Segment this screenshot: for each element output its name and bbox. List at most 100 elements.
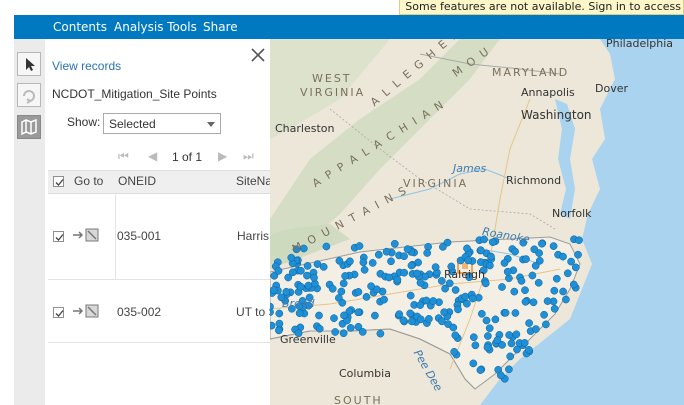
site-point-marker[interactable] — [374, 250, 383, 259]
site-point-marker[interactable] — [483, 343, 492, 352]
view-records-link[interactable]: View records — [52, 59, 121, 73]
site-point-marker[interactable] — [303, 271, 311, 280]
site-point-marker[interactable] — [346, 257, 354, 266]
site-point-marker[interactable] — [531, 261, 540, 270]
row-checkbox[interactable] — [53, 231, 64, 242]
site-point-marker[interactable] — [562, 295, 570, 304]
site-point-marker[interactable] — [549, 242, 558, 250]
site-point-marker[interactable] — [485, 324, 494, 333]
site-point-marker[interactable] — [530, 245, 539, 254]
site-point-marker[interactable] — [575, 236, 583, 245]
site-point-marker[interactable] — [559, 287, 567, 296]
site-point-marker[interactable] — [493, 336, 502, 344]
site-point-marker[interactable] — [521, 297, 530, 306]
site-point-marker[interactable] — [559, 252, 567, 261]
site-point-marker[interactable] — [275, 309, 284, 318]
site-point-marker[interactable] — [525, 346, 533, 354]
site-point-marker[interactable] — [510, 287, 519, 296]
site-point-marker[interactable] — [477, 309, 486, 318]
site-point-marker[interactable] — [340, 311, 348, 320]
site-point-marker[interactable] — [303, 262, 312, 270]
site-point-marker[interactable] — [338, 298, 347, 307]
site-point-marker[interactable] — [429, 297, 438, 305]
site-point-marker[interactable] — [511, 309, 520, 317]
site-point-marker[interactable] — [469, 359, 478, 368]
map-tool-button[interactable] — [17, 115, 41, 139]
site-point-marker[interactable] — [505, 331, 514, 339]
site-point-marker[interactable] — [367, 282, 375, 291]
site-point-marker[interactable] — [406, 291, 415, 300]
site-point-marker[interactable] — [550, 304, 559, 313]
site-point-marker[interactable] — [439, 243, 447, 251]
goto-feature-button[interactable] — [72, 304, 102, 318]
site-point-marker[interactable] — [330, 314, 338, 323]
prev-page-button[interactable]: ◀ — [148, 149, 157, 163]
site-point-marker[interactable] — [296, 282, 305, 291]
site-point-marker[interactable] — [335, 256, 344, 265]
site-point-marker[interactable] — [542, 320, 550, 329]
site-point-marker[interactable] — [525, 319, 533, 327]
site-point-marker[interactable] — [376, 329, 385, 338]
site-point-marker[interactable] — [538, 239, 546, 248]
site-point-marker[interactable] — [399, 316, 408, 325]
site-point-marker[interactable] — [270, 321, 276, 330]
site-point-marker[interactable] — [288, 268, 297, 277]
site-point-marker[interactable] — [574, 250, 582, 259]
site-point-marker[interactable] — [471, 341, 480, 350]
site-point-marker[interactable] — [512, 330, 521, 339]
site-point-marker[interactable] — [431, 263, 440, 271]
site-point-marker[interactable] — [416, 315, 425, 324]
site-point-marker[interactable] — [275, 319, 284, 328]
site-point-marker[interactable] — [355, 242, 364, 250]
site-point-marker[interactable] — [454, 305, 462, 314]
site-point-marker[interactable] — [387, 257, 395, 266]
site-point-marker[interactable] — [486, 261, 494, 270]
site-point-marker[interactable] — [295, 309, 304, 318]
sign-in-notice[interactable]: Some features are not available. Sign in… — [399, 0, 684, 15]
site-point-marker[interactable] — [413, 269, 421, 278]
site-point-marker[interactable] — [487, 252, 495, 261]
site-point-marker[interactable] — [507, 339, 516, 348]
site-point-marker[interactable] — [522, 255, 530, 263]
site-point-marker[interactable] — [315, 311, 323, 320]
site-point-marker[interactable] — [505, 365, 513, 374]
site-point-marker[interactable] — [297, 266, 305, 275]
site-point-marker[interactable] — [339, 279, 348, 288]
site-point-marker[interactable] — [385, 273, 393, 282]
site-point-marker[interactable] — [534, 278, 543, 287]
site-point-marker[interactable] — [567, 257, 575, 266]
site-point-marker[interactable] — [543, 297, 552, 305]
site-point-marker[interactable] — [461, 292, 470, 301]
site-point-marker[interactable] — [341, 272, 349, 280]
site-point-marker[interactable] — [322, 242, 331, 251]
site-point-marker[interactable] — [423, 249, 432, 257]
site-point-marker[interactable] — [416, 301, 425, 309]
site-point-marker[interactable] — [520, 339, 529, 347]
site-point-marker[interactable] — [440, 308, 449, 317]
site-point-marker[interactable] — [425, 315, 433, 323]
site-point-marker[interactable] — [368, 259, 377, 267]
site-point-marker[interactable] — [571, 263, 580, 272]
site-point-marker[interactable] — [328, 284, 337, 293]
site-point-marker[interactable] — [450, 347, 459, 356]
site-point-marker[interactable] — [354, 308, 363, 317]
close-button[interactable] — [250, 47, 266, 63]
site-point-marker[interactable] — [503, 267, 512, 276]
site-point-marker[interactable] — [270, 286, 278, 294]
site-point-marker[interactable] — [550, 286, 559, 295]
site-point-marker[interactable] — [393, 275, 402, 284]
site-point-marker[interactable] — [476, 246, 485, 255]
site-point-marker[interactable] — [407, 261, 416, 270]
site-point-marker[interactable] — [513, 345, 521, 354]
site-point-marker[interactable] — [400, 268, 409, 277]
site-point-marker[interactable] — [463, 299, 471, 308]
site-point-marker[interactable] — [476, 366, 485, 374]
site-point-marker[interactable] — [287, 253, 296, 262]
site-point-marker[interactable] — [552, 274, 561, 283]
site-point-marker[interactable] — [500, 259, 509, 267]
goto-feature-button[interactable] — [72, 228, 102, 242]
site-point-marker[interactable] — [371, 311, 379, 320]
site-point-marker[interactable] — [359, 258, 368, 267]
site-point-marker[interactable] — [505, 274, 513, 283]
site-point-marker[interactable] — [339, 329, 348, 338]
